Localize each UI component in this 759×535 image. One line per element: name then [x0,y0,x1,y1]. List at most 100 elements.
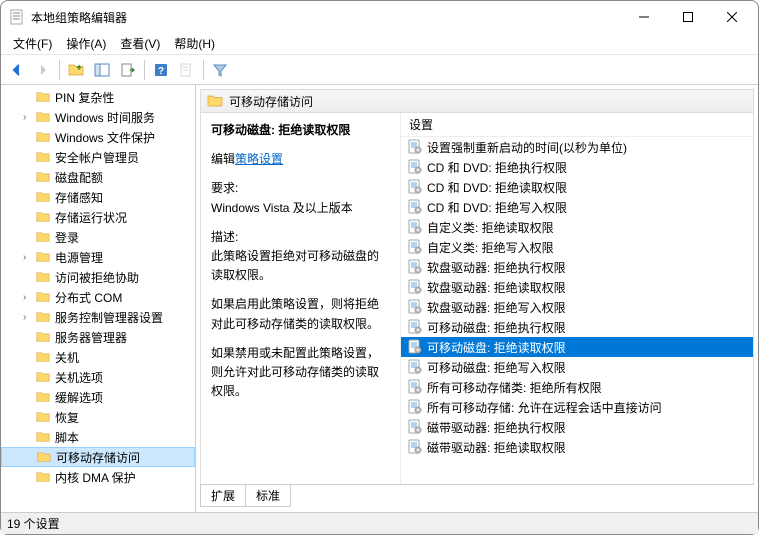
setting-item[interactable]: 磁带驱动器: 拒绝读取权限 [401,437,753,457]
tree-item-label: 缓解选项 [55,389,103,406]
menu-file[interactable]: 文件(F) [7,33,58,54]
content-tabs: 扩展 标准 [200,484,754,508]
setting-item[interactable]: 可移动磁盘: 拒绝执行权限 [401,317,753,337]
setting-item[interactable]: CD 和 DVD: 拒绝读取权限 [401,177,753,197]
folder-icon [35,390,51,404]
help-button[interactable]: ? [149,58,173,82]
app-icon [9,9,25,25]
policy-icon [407,199,423,215]
toolbar: ? [1,55,758,85]
setting-item-label: 软盘驱动器: 拒绝写入权限 [427,299,566,316]
settings-list[interactable]: 设置 设置强制重新启动的时间(以秒为单位)CD 和 DVD: 拒绝执行权限CD … [401,113,753,484]
menu-action[interactable]: 操作(A) [60,33,112,54]
menu-help[interactable]: 帮助(H) [168,33,221,54]
setting-item[interactable]: 可移动磁盘: 拒绝写入权限 [401,357,753,377]
properties-button[interactable] [175,58,199,82]
menubar: 文件(F) 操作(A) 查看(V) 帮助(H) [1,33,758,55]
settings-column-header[interactable]: 设置 [401,113,753,137]
tree-item[interactable]: 关机 [1,347,195,367]
tree-item[interactable]: ›Windows 时间服务 [1,107,195,127]
menu-view[interactable]: 查看(V) [114,33,166,54]
chevron-icon: › [23,312,35,323]
nav-tree[interactable]: PIN 复杂性›Windows 时间服务Windows 文件保护安全帐户管理员磁… [1,85,196,512]
tree-item[interactable]: 内核 DMA 保护 [1,467,195,487]
folder-icon [35,170,51,184]
policy-icon [407,359,423,375]
setting-item[interactable]: 所有可移动存储类: 拒绝所有权限 [401,377,753,397]
tree-item[interactable]: 服务器管理器 [1,327,195,347]
maximize-button[interactable] [670,3,706,31]
setting-item[interactable]: 软盘驱动器: 拒绝写入权限 [401,297,753,317]
setting-item[interactable]: 软盘驱动器: 拒绝读取权限 [401,277,753,297]
tree-item-label: PIN 复杂性 [55,89,114,106]
tree-item[interactable]: 磁盘配额 [1,167,195,187]
tree-item[interactable]: 关机选项 [1,367,195,387]
titlebar: 本地组策略编辑器 [1,1,758,33]
tree-item[interactable]: 登录 [1,227,195,247]
detail-desc-body1: 此策略设置拒绝对可移动磁盘的读取权限。 [211,247,390,285]
detail-title: 可移动磁盘: 拒绝读取权限 [211,121,390,140]
tree-item-label: 存储运行状况 [55,209,127,226]
tree-item-label: 安全帐户管理员 [55,149,139,166]
tree-item[interactable]: PIN 复杂性 [1,87,195,107]
chevron-icon: › [23,252,35,263]
setting-item[interactable]: 自定义类: 拒绝读取权限 [401,217,753,237]
setting-item-label: 磁带驱动器: 拒绝读取权限 [427,439,566,456]
filter-button[interactable] [208,58,232,82]
status-text: 19 个设置 [7,515,60,532]
tree-item-label: 关机 [55,349,79,366]
detail-desc-body2: 如果启用此策略设置，则将拒绝对此可移动存储类的读取权限。 [211,295,390,333]
tree-item[interactable]: 脚本 [1,427,195,447]
setting-item-label: 所有可移动存储: 允许在远程会话中直接访问 [427,399,662,416]
tree-item[interactable]: Windows 文件保护 [1,127,195,147]
detail-req-label: 要求: [211,179,390,198]
setting-item-label: CD 和 DVD: 拒绝执行权限 [427,159,567,176]
policy-icon [407,139,423,155]
setting-item[interactable]: CD 和 DVD: 拒绝执行权限 [401,157,753,177]
tree-item[interactable]: 缓解选项 [1,387,195,407]
policy-icon [407,399,423,415]
tree-item[interactable]: 安全帐户管理员 [1,147,195,167]
tree-item-label: 脚本 [55,429,79,446]
show-hide-tree-button[interactable] [90,58,114,82]
tree-item-label: 分布式 COM [55,289,122,306]
tree-item[interactable]: 访问被拒绝协助 [1,267,195,287]
tab-extended[interactable]: 扩展 [200,485,246,507]
policy-icon [407,339,423,355]
tree-item-label: 可移动存储访问 [56,449,140,466]
minimize-button[interactable] [626,3,662,31]
tree-item[interactable]: › 服务控制管理器设置 [1,307,195,327]
close-button[interactable] [714,3,750,31]
tree-item[interactable]: 存储感知 [1,187,195,207]
tab-standard[interactable]: 标准 [245,485,291,507]
setting-item-label: 软盘驱动器: 拒绝读取权限 [427,279,566,296]
setting-item[interactable]: 磁带驱动器: 拒绝执行权限 [401,417,753,437]
setting-item[interactable]: 设置强制重新启动的时间(以秒为单位) [401,137,753,157]
setting-item[interactable]: 自定义类: 拒绝写入权限 [401,237,753,257]
chevron-icon: › [23,112,35,123]
policy-setting-link[interactable]: 策略设置 [235,152,283,166]
setting-item[interactable]: 可移动磁盘: 拒绝读取权限 [401,337,753,357]
folder-icon [35,290,51,304]
setting-item[interactable]: CD 和 DVD: 拒绝写入权限 [401,197,753,217]
back-button[interactable] [5,58,29,82]
setting-item[interactable]: 所有可移动存储: 允许在远程会话中直接访问 [401,397,753,417]
folder-icon [35,430,51,444]
setting-item-label: 可移动磁盘: 拒绝执行权限 [427,319,566,336]
tree-item[interactable]: 恢复 [1,407,195,427]
setting-item[interactable]: 软盘驱动器: 拒绝执行权限 [401,257,753,277]
tree-item-label: 电源管理 [55,249,103,266]
folder-icon [35,210,51,224]
tree-item[interactable]: ›分布式 COM [1,287,195,307]
up-button[interactable] [64,58,88,82]
setting-item-label: 磁带驱动器: 拒绝执行权限 [427,419,566,436]
tree-item[interactable]: 可移动存储访问 [1,447,195,467]
forward-button[interactable] [31,58,55,82]
setting-item-label: 可移动磁盘: 拒绝读取权限 [427,339,566,356]
tree-item-label: 服务器管理器 [55,329,127,346]
tree-item[interactable]: › 电源管理 [1,247,195,267]
policy-icon [407,279,423,295]
tree-item[interactable]: 存储运行状况 [1,207,195,227]
export-list-button[interactable] [116,58,140,82]
tree-item-label: 服务控制管理器设置 [55,309,163,326]
